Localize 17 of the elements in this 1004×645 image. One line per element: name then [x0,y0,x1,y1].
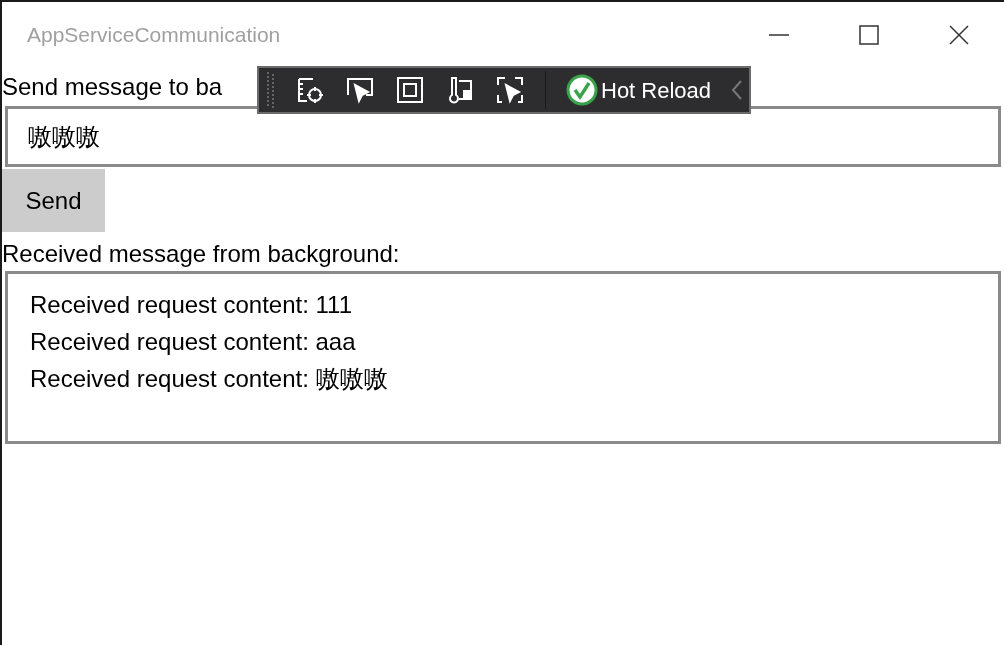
received-message: Received request content: 嗷嗷嗷 [30,364,388,394]
window-title: AppServiceCommunication [27,22,281,49]
received-message: Received request content: aaa [30,327,356,357]
cursor-frame-icon[interactable] [495,75,525,105]
send-button[interactable]: Send [2,169,105,232]
send-label: Send message to ba [2,72,223,102]
select-element-icon[interactable] [295,75,325,105]
received-messages-box[interactable]: Received request content: 111 Received request content: aaa Received request content: 嗷嗷嗷 [5,271,1001,444]
maximize-icon[interactable] [859,25,879,45]
received-message: Received request content: 111 [30,290,352,320]
cursor-icon[interactable] [345,75,375,105]
received-label: Received message from background: [2,239,400,269]
close-icon[interactable] [949,25,969,45]
collapse-chevron-icon[interactable] [731,79,744,101]
square-icon[interactable] [395,75,425,105]
grip-icon[interactable] [267,72,275,108]
hot-reload-label[interactable]: Hot Reload [601,73,712,107]
